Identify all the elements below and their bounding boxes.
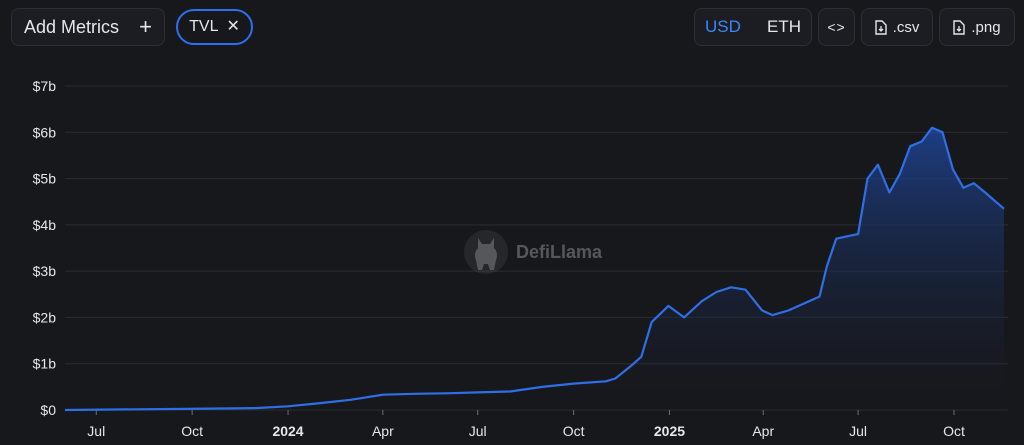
code-icon: <>: [827, 19, 846, 35]
y-tick-label: $1b: [33, 356, 57, 372]
download-csv-button[interactable]: .csv: [861, 8, 933, 46]
x-tick-label: 2025: [654, 423, 685, 439]
defillama-watermark: DefiLlama: [464, 228, 602, 276]
x-tick-label: Jul: [469, 423, 487, 439]
y-tick-label: $0: [40, 402, 56, 418]
watermark-text: DefiLlama: [516, 241, 603, 262]
plus-icon: +: [139, 14, 152, 39]
x-tick-label: Oct: [943, 423, 965, 439]
close-icon[interactable]: ✕: [226, 19, 239, 35]
x-tick-label: 2024: [272, 423, 303, 439]
llama-logo-icon: [464, 230, 508, 274]
y-tick-label: $7b: [33, 78, 57, 94]
x-tick-label: Oct: [181, 423, 203, 439]
y-tick-label: $5b: [33, 171, 57, 187]
y-tick-label: $2b: [33, 309, 57, 325]
currency-toggle: USD ETH: [694, 8, 812, 46]
file-download-icon: [874, 19, 887, 35]
x-tick-label: Jul: [849, 423, 867, 439]
x-tick-label: Jul: [87, 423, 105, 439]
file-download-icon: [953, 19, 966, 35]
png-label: .png: [971, 18, 1001, 36]
metric-chip-label: TVL: [189, 18, 219, 35]
x-tick-label: Apr: [372, 423, 394, 439]
y-tick-label: $3b: [33, 263, 57, 279]
csv-label: .csv: [892, 18, 920, 36]
y-tick-label: $6b: [33, 124, 57, 140]
x-tick-label: Apr: [752, 423, 774, 439]
x-tick-label: Oct: [563, 423, 585, 439]
embed-code-button[interactable]: <>: [818, 8, 855, 46]
currency-option-eth[interactable]: ETH: [767, 17, 801, 37]
add-metrics-button[interactable]: Add Metrics +: [11, 8, 165, 46]
currency-option-usd[interactable]: USD: [705, 17, 741, 37]
y-tick-label: $4b: [33, 217, 57, 233]
download-png-button[interactable]: .png: [939, 8, 1015, 46]
metric-chip-tvl[interactable]: TVL ✕: [176, 9, 253, 45]
add-metrics-label: Add Metrics: [24, 16, 120, 37]
